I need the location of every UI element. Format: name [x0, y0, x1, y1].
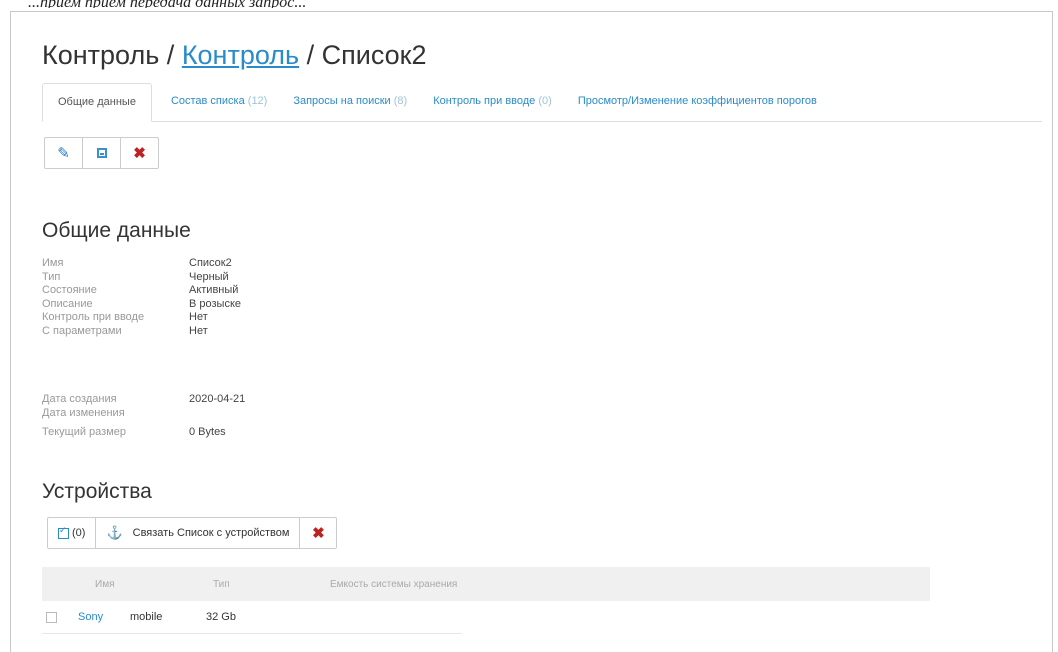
tab-search-requests[interactable]: Запросы на поиски (8) [280, 83, 420, 119]
breadcrumb-link[interactable]: Контроль [182, 40, 299, 70]
property-row: Описание В розыске [42, 298, 241, 312]
tab-label: Контроль при вводе [433, 95, 536, 107]
property-key: Тип [42, 270, 61, 283]
tab-label: Состав списка [170, 95, 245, 107]
property-key: Текущий размер [42, 426, 127, 438]
property-row: Состояние Активный [42, 284, 241, 298]
anchor-icon: ⚓ [106, 525, 123, 540]
property-value: 0 Bytes [189, 426, 226, 438]
edit-toolbar: ✎ ✖ [44, 137, 159, 169]
property-row: Имя Список2 [42, 257, 241, 271]
tab-bar: Общие данные Состав списка (12) Запросы … [42, 83, 1042, 122]
tab-label: Запросы на поиски [293, 95, 391, 107]
devices-toolbar: (0) ⚓ Связать Список с устройством ✖ [47, 517, 338, 549]
date-properties: Дата создания 2020-04-21 Дата изменения Т… [42, 393, 245, 440]
tab-input-control[interactable]: Контроль при вводе (0) [420, 83, 565, 119]
tab-count: (12) [247, 95, 268, 107]
property-row: Контроль при вводе Нет [42, 311, 241, 325]
selected-count: (0) [72, 527, 86, 539]
property-row: Дата создания 2020-04-21 [42, 393, 245, 407]
column-header-type[interactable]: Тип [213, 579, 330, 590]
property-row: Текущий размер 0 Bytes [42, 426, 245, 440]
property-value: 2020-04-21 [189, 393, 246, 405]
tab-list-content[interactable]: Состав списка (12) [158, 83, 280, 119]
property-value: Список2 [189, 257, 232, 269]
property-row: С параметрами Нет [42, 325, 241, 339]
tab-thresholds[interactable]: Просмотр/Изменение коэффициентов порогов [565, 83, 830, 119]
property-key: Описание [42, 297, 93, 310]
property-value: Активный [189, 284, 239, 296]
edit-button[interactable]: ✎ [45, 138, 83, 168]
device-type: mobile [130, 611, 163, 623]
link-device-button[interactable]: ⚓ Связать Список с устройством [96, 518, 301, 548]
property-row: Дата изменения [42, 407, 245, 421]
general-section-title: Общие данные [42, 219, 191, 242]
link-device-label: Связать Список с устройством [132, 527, 290, 539]
breadcrumb-root: Контроль / [42, 40, 175, 70]
property-key: Дата изменения [42, 406, 125, 419]
remove-device-button[interactable]: ✖ [300, 518, 336, 548]
tab-label: Общие данные [58, 96, 136, 108]
device-name-link[interactable]: Sony [78, 611, 130, 623]
close-icon: ✖ [133, 145, 146, 162]
devices-section-title: Устройства [42, 480, 152, 503]
property-key: Имя [42, 257, 64, 269]
close-icon: ✖ [312, 525, 325, 542]
save-button[interactable] [83, 138, 121, 168]
column-header-capacity[interactable]: Емкость системы хранения [330, 579, 457, 590]
tab-label: Просмотр/Изменение коэффициентов порогов [577, 95, 817, 107]
table-row: Sony mobile 32 Gb [42, 601, 462, 634]
property-key: Дата создания [42, 393, 117, 405]
property-value: Нет [189, 324, 208, 337]
column-header-name[interactable]: Имя [95, 579, 213, 590]
property-key: Состояние [42, 284, 97, 296]
property-key: Контроль при вводе [42, 311, 145, 323]
select-all-button[interactable]: (0) [48, 518, 97, 548]
property-value: Черный [189, 270, 229, 283]
checkbox-icon [58, 525, 69, 539]
property-value: В розыске [189, 297, 242, 310]
device-capacity: 32 Gb [206, 611, 236, 623]
devices-table: Имя Тип Емкость системы хранения Sony mo… [42, 567, 930, 634]
tab-count: (8) [393, 95, 408, 107]
property-value: Нет [189, 311, 208, 323]
top-caption: ...прием прием передача данных запрос... [28, 0, 306, 8]
pencil-icon: ✎ [57, 145, 70, 162]
property-row: Тип Черный [42, 271, 241, 285]
property-key: С параметрами [42, 324, 122, 337]
breadcrumb: Контроль / Контроль / Список2 [42, 40, 426, 71]
general-properties: Имя Список2 Тип Черный Состояние Активный О… [42, 257, 241, 338]
delete-button[interactable]: ✖ [121, 138, 158, 168]
breadcrumb-current: / Список2 [306, 40, 427, 70]
tab-general[interactable]: Общие данные [42, 83, 152, 122]
table-header: Имя Тип Емкость системы хранения [42, 567, 930, 601]
row-checkbox[interactable] [46, 611, 57, 623]
tab-count: (0) [538, 95, 552, 107]
save-icon [96, 148, 107, 158]
